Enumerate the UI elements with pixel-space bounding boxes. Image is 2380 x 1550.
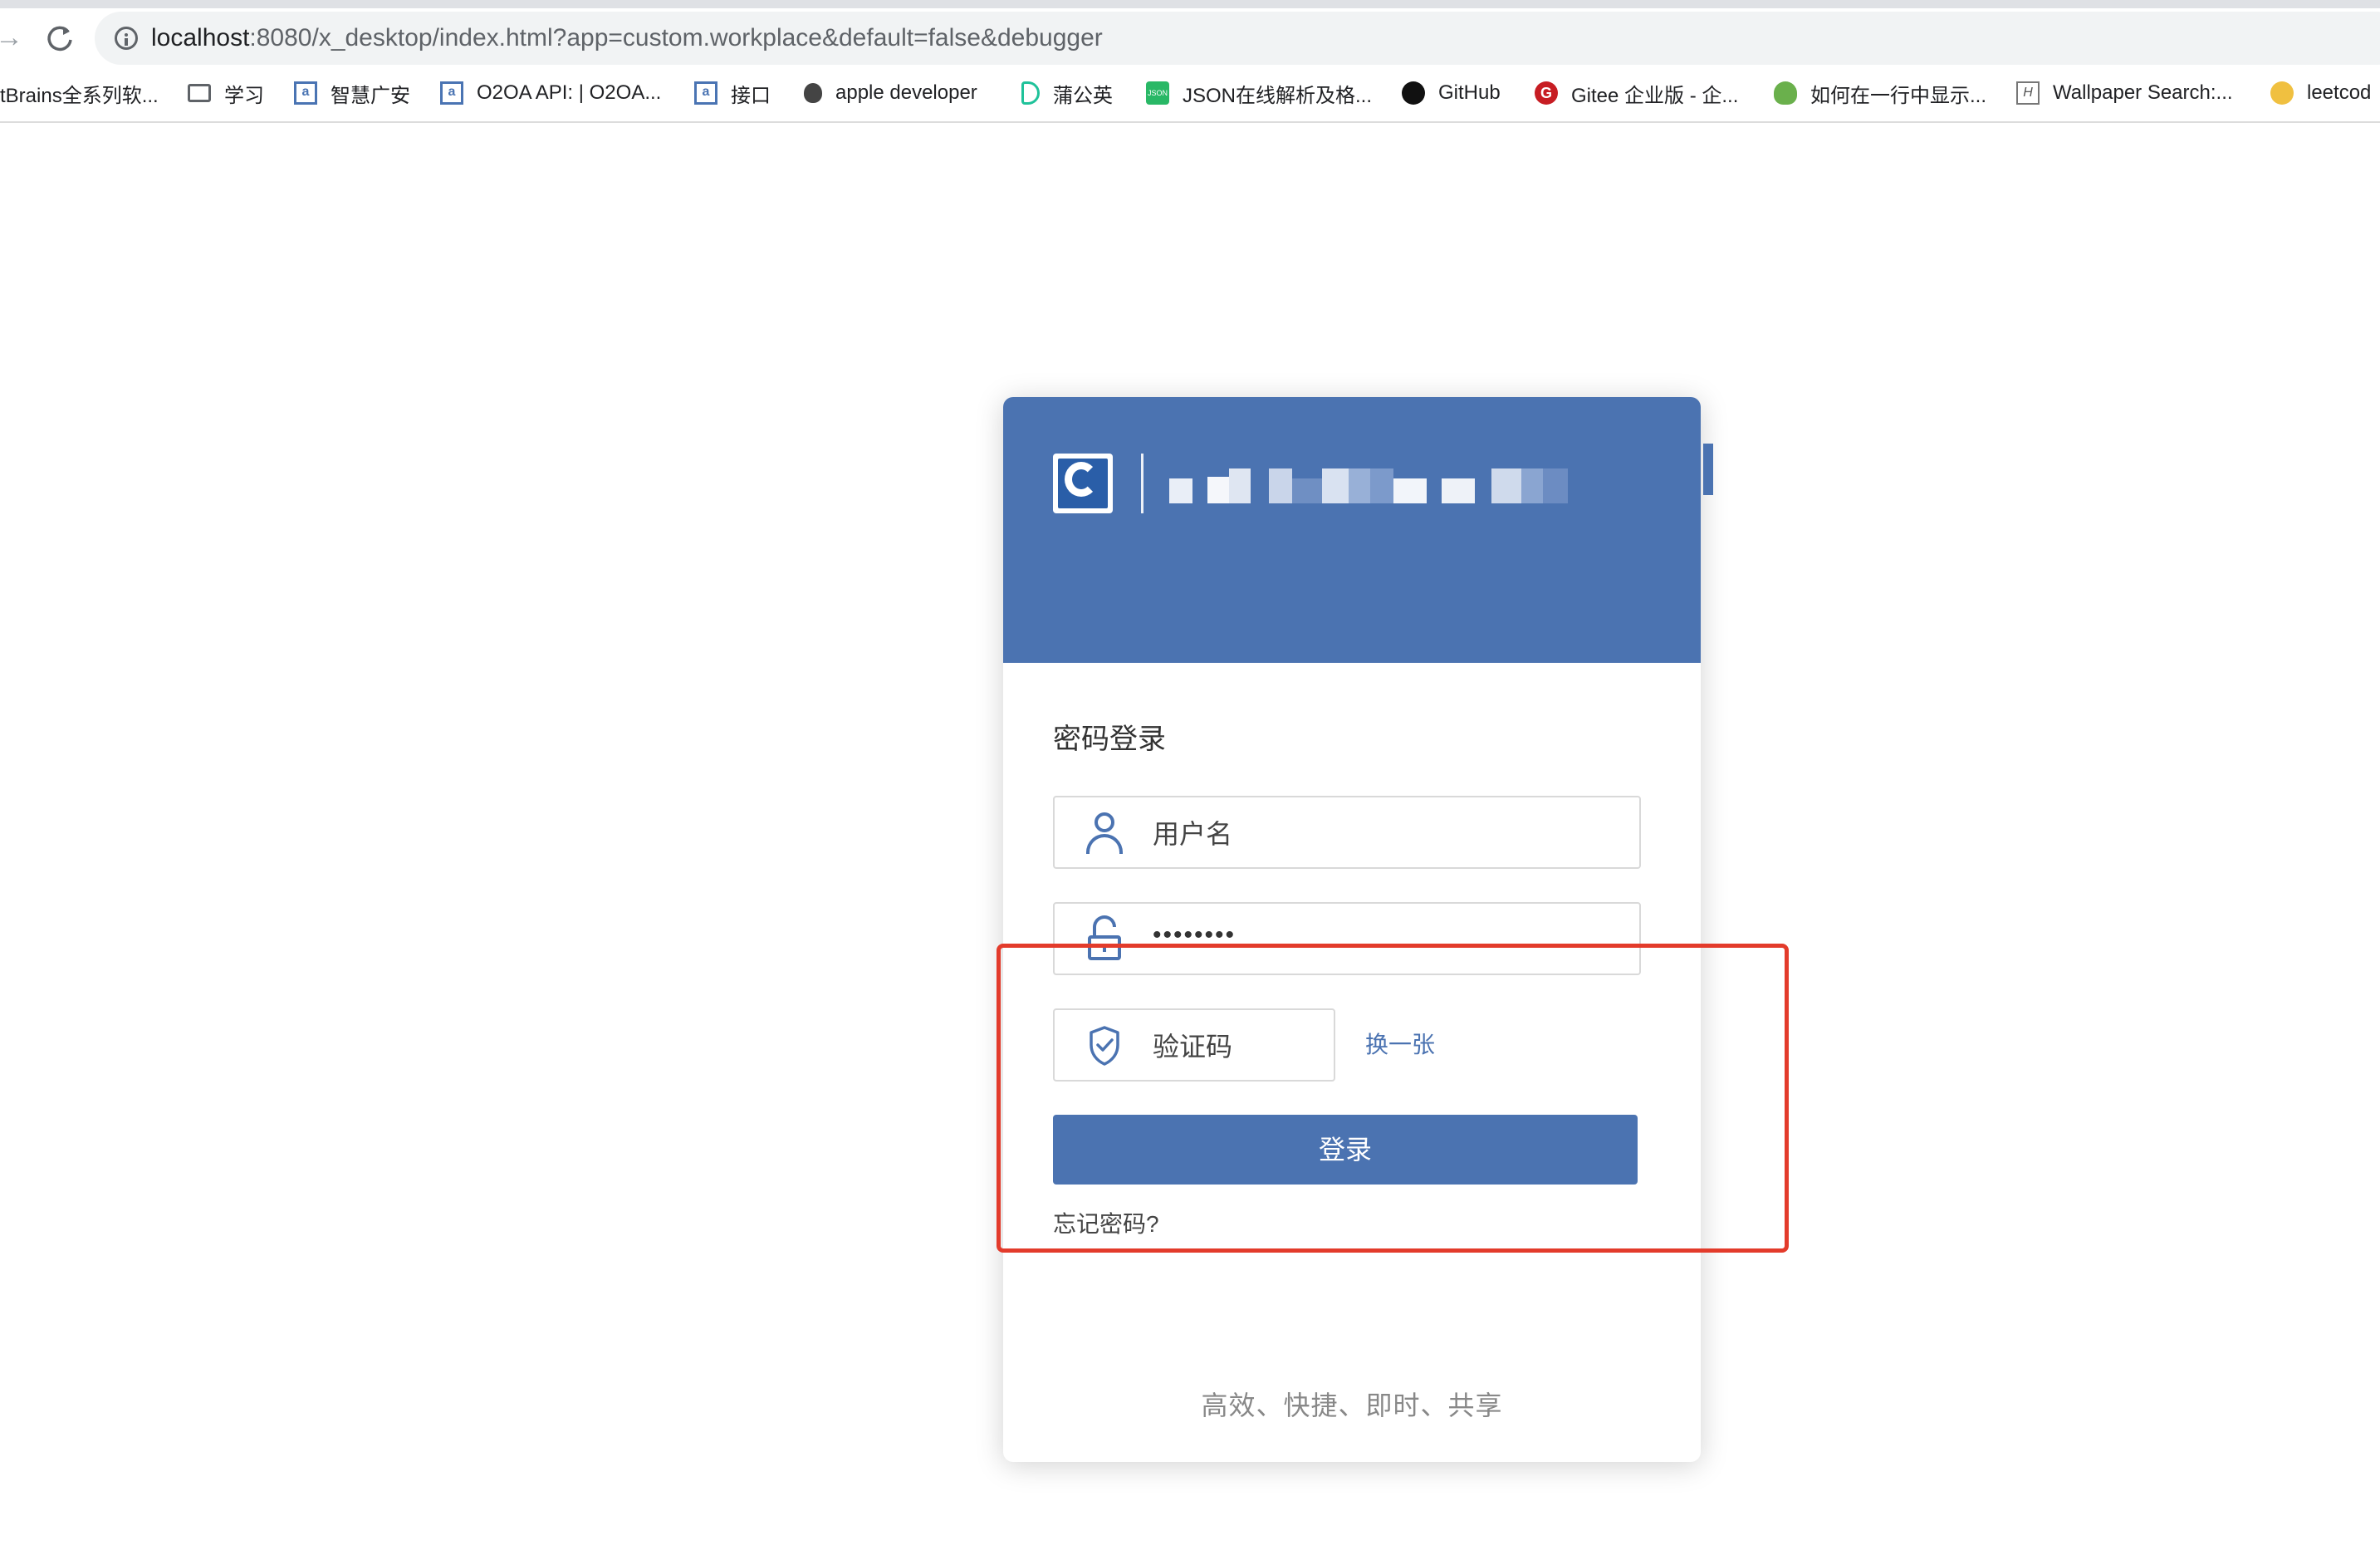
bookmark-json[interactable]: JSON JSON在线解析及格... <box>1146 75 1372 111</box>
address-bar[interactable]: localhost:8080/x_desktop/index.html?app=… <box>95 12 2380 65</box>
bookmark-leetcode[interactable]: leetcod <box>2270 75 2371 111</box>
bookmark-label: 智慧广安 <box>331 84 410 107</box>
green-leaf-icon <box>1774 81 1797 105</box>
bookmark-label: Wallpaper Search:... <box>2053 81 2233 104</box>
browser-toolbar: → localhost:8080/x_desktop/index.html?ap… <box>0 0 2380 123</box>
gitee-icon: G <box>1535 81 1558 105</box>
captcha-placeholder: 验证码 <box>1153 1032 1233 1062</box>
o2oa-icon: a <box>694 81 717 105</box>
logo-c-mark-icon <box>1065 462 1098 497</box>
github-icon <box>1402 81 1425 105</box>
bookmark-apple-developer[interactable]: apple developer <box>804 75 977 111</box>
bookmark-wallpaper-search[interactable]: H Wallpaper Search:... <box>2016 75 2233 111</box>
bookmark-study[interactable]: 学习 <box>188 75 264 111</box>
o2oa-icon: a <box>294 81 317 105</box>
password-masked-value: •••••••• <box>1153 921 1237 949</box>
leetcode-icon <box>2270 81 2294 105</box>
bookmark-jetbrains[interactable]: tBrains全系列软... <box>0 75 159 111</box>
username-input[interactable]: 用户名 <box>1053 796 1641 869</box>
url-path: :8080/x_desktop/index.html?app=custom.wo… <box>249 24 1103 52</box>
bookmark-label: apple developer <box>835 81 977 104</box>
refresh-captcha-link[interactable]: 换一张 <box>1365 1030 1435 1060</box>
pgyer-icon <box>1021 81 1040 105</box>
url-host: localhost <box>151 24 250 52</box>
bookmark-pgyer[interactable]: 蒲公英 <box>1021 75 1113 111</box>
bookmark-label: 如何在一行中显示... <box>1810 84 1987 107</box>
shield-check-icon <box>1090 1026 1119 1066</box>
login-title: 密码登录 <box>1053 723 1166 755</box>
organization-name-pixelated <box>1169 462 1643 508</box>
forward-arrow-icon[interactable]: → <box>0 23 23 52</box>
bookmark-label: Gitee 企业版 - 企... <box>1571 84 1739 107</box>
url-text[interactable]: localhost:8080/x_desktop/index.html?app=… <box>151 22 1103 55</box>
organization-logo <box>1053 454 1113 513</box>
bookmark-label: O2OA API: | O2OA... <box>477 81 662 104</box>
bookmark-zhihui-guangan[interactable]: a 智慧广安 <box>294 75 410 111</box>
bookmark-label: leetcod <box>2307 81 2372 104</box>
json-icon: JSON <box>1146 81 1169 105</box>
tab-strip-edge <box>0 0 2380 8</box>
bookmark-label: tBrains全系列软... <box>0 84 159 107</box>
wallpaper-icon: H <box>2016 81 2040 105</box>
unlock-icon <box>1088 915 1121 962</box>
username-placeholder: 用户名 <box>1153 819 1233 849</box>
bookmark-label: 接口 <box>731 84 771 107</box>
bookmark-label: 学习 <box>224 84 264 107</box>
bookmark-o2oa-api[interactable]: a O2OA API: | O2OA... <box>440 75 661 111</box>
bookmarks-bar: tBrains全系列软... 学习 a 智慧广安 a O2OA API: | O… <box>0 75 2380 111</box>
bookmark-label: GitHub <box>1438 81 1501 104</box>
site-info-icon[interactable] <box>115 27 138 50</box>
header-edge-artifact <box>1703 444 1713 495</box>
header-divider <box>1141 454 1143 513</box>
bookmark-display-inline[interactable]: 如何在一行中显示... <box>1774 75 1986 111</box>
password-input[interactable]: •••••••• <box>1053 902 1641 975</box>
apple-icon <box>804 83 822 103</box>
card-header <box>1003 397 1701 663</box>
bookmark-label: JSON在线解析及格... <box>1183 84 1373 107</box>
user-icon <box>1085 812 1124 854</box>
o2oa-icon: a <box>440 81 463 105</box>
bookmark-api[interactable]: a 接口 <box>694 75 771 111</box>
reload-icon[interactable] <box>43 22 76 55</box>
bookmark-github[interactable]: GitHub <box>1402 75 1501 111</box>
login-button[interactable]: 登录 <box>1053 1115 1638 1185</box>
bookmark-label: 蒲公英 <box>1053 84 1113 107</box>
folder-icon <box>188 84 211 102</box>
captcha-input[interactable]: 验证码 <box>1053 1008 1335 1082</box>
slogan: 高效、快捷、即时、共享 <box>1201 1391 1503 1420</box>
login-card: 密码登录 用户名 •••••••• 验证码 换一张 登录 忘记密码? 高效、快捷… <box>1003 397 1701 1462</box>
bookmark-gitee[interactable]: G Gitee 企业版 - 企... <box>1535 75 1738 111</box>
forgot-password-link[interactable]: 忘记密码? <box>1053 1209 1159 1239</box>
